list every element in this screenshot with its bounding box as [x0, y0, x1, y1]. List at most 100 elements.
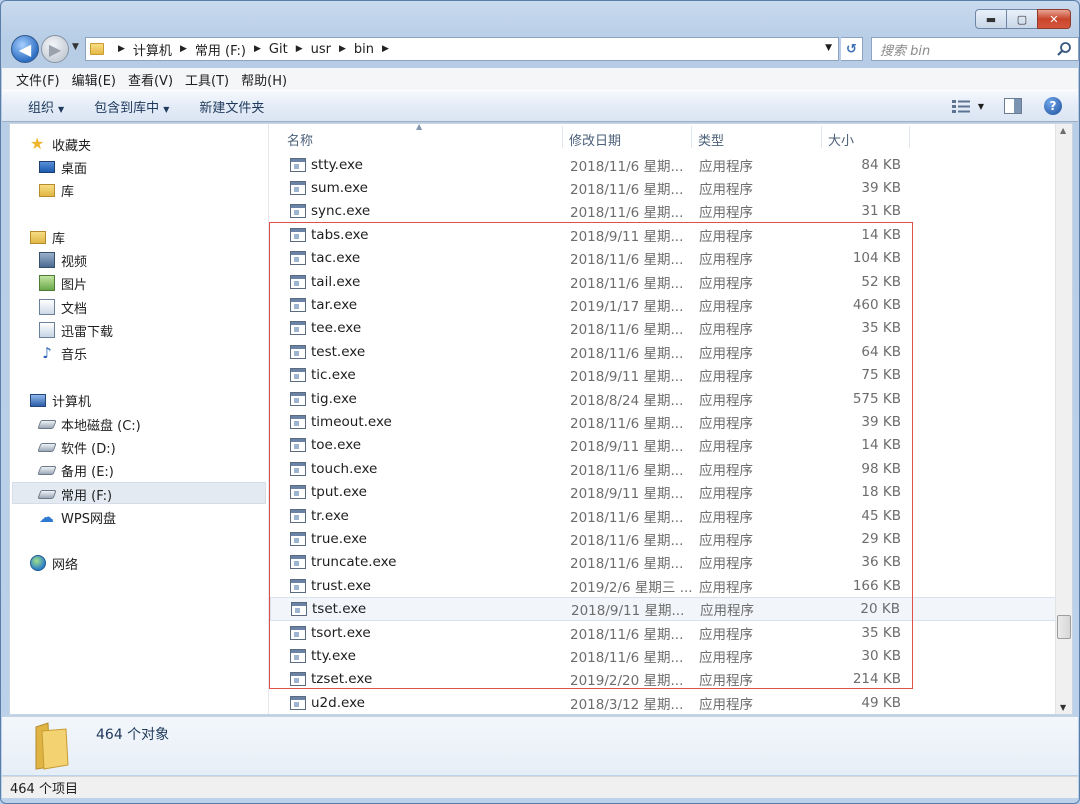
nav-documents[interactable]: 文档 [39, 296, 87, 318]
column-divider[interactable] [821, 126, 822, 148]
file-row[interactable]: tsort.exe 2018/11/6 星期... 应用程序 35 KB [270, 621, 1056, 644]
chevron-right-icon[interactable]: ▶ [254, 44, 261, 54]
close-button[interactable]: ✕ [1037, 9, 1071, 29]
nav-computer-label: 计算机 [52, 394, 92, 410]
file-size: 98 KB [861, 460, 901, 477]
column-header-date[interactable]: 修改日期 [569, 130, 621, 149]
file-row[interactable]: sum.exe 2018/11/6 星期... 应用程序 39 KB [270, 176, 1056, 199]
file-size: 575 KB [852, 390, 901, 407]
menu-view[interactable]: 查看(V) [128, 70, 173, 89]
nav-music[interactable]: ♪ 音乐 [39, 342, 87, 364]
refresh-button[interactable]: ↺ [841, 37, 863, 61]
breadcrumb-usr[interactable]: usr [311, 42, 331, 57]
file-row[interactable]: tee.exe 2018/11/6 星期... 应用程序 35 KB [270, 317, 1056, 340]
file-row-hovered[interactable]: tset.exe 2018/9/11 星期... 应用程序 20 KB [270, 597, 1056, 621]
column-header-type[interactable]: 类型 [698, 130, 724, 149]
executable-icon [290, 204, 306, 219]
nav-desktop[interactable]: 桌面 [39, 156, 87, 178]
breadcrumb-computer[interactable]: 计算机 [133, 40, 172, 59]
nav-documents-label: 文档 [61, 301, 88, 317]
column-divider[interactable] [562, 126, 563, 148]
search-icon[interactable] [1056, 41, 1072, 57]
chevron-right-icon[interactable]: ▶ [180, 44, 187, 54]
column-header-name[interactable]: 名称 [287, 130, 313, 149]
nav-drive-d[interactable]: 软件 (D:) [37, 436, 116, 458]
file-type: 应用程序 [699, 299, 753, 316]
chevron-right-icon[interactable]: ▶ [382, 44, 389, 54]
file-row[interactable]: toe.exe 2018/9/11 星期... 应用程序 14 KB [270, 434, 1056, 457]
file-row[interactable]: sync.exe 2018/11/6 星期... 应用程序 31 KB [270, 200, 1056, 223]
file-row[interactable]: tac.exe 2018/11/6 星期... 应用程序 104 KB [270, 247, 1056, 270]
column-divider[interactable] [909, 126, 910, 148]
file-row[interactable]: tabs.exe 2018/9/11 星期... 应用程序 14 KB [270, 223, 1056, 246]
forward-button[interactable]: ▶ [41, 35, 69, 63]
file-row[interactable]: tic.exe 2018/9/11 星期... 应用程序 75 KB [270, 364, 1056, 387]
nav-video[interactable]: 视频 [39, 249, 87, 271]
chevron-right-icon[interactable]: ▶ [339, 44, 346, 54]
chevron-right-icon[interactable]: ▶ [296, 44, 303, 54]
file-row[interactable]: tig.exe 2018/8/24 星期... 应用程序 575 KB [270, 387, 1056, 410]
nav-computer[interactable]: 计算机 [30, 389, 91, 411]
file-row[interactable]: tar.exe 2019/1/17 星期... 应用程序 460 KB [270, 293, 1056, 316]
scroll-down-icon[interactable]: ▼ [1060, 703, 1066, 712]
menu-edit[interactable]: 编辑(E) [72, 70, 116, 89]
help-icon[interactable]: ? [1044, 97, 1062, 115]
nav-wps[interactable]: ☁ WPS网盘 [39, 506, 116, 528]
nav-library-fav[interactable]: 库 [39, 179, 74, 201]
file-row[interactable]: u2d.exe 2018/3/12 星期... 应用程序 49 KB [270, 691, 1056, 714]
scroll-thumb[interactable] [1057, 615, 1071, 639]
address-bar[interactable]: ▶ 计算机 ▶ 常用 (F:) ▶ Git ▶ usr ▶ bin ▶ ▼ [85, 37, 839, 61]
back-button[interactable]: ◀ [11, 35, 39, 63]
menu-tools[interactable]: 工具(T) [185, 70, 229, 89]
file-row[interactable]: truncate.exe 2018/11/6 星期... 应用程序 36 KB [270, 551, 1056, 574]
chevron-right-icon[interactable]: ▶ [118, 44, 125, 54]
nav-pictures[interactable]: 图片 [39, 272, 87, 294]
column-header-size[interactable]: 大小 [828, 130, 854, 149]
include-library-button[interactable]: 包含到库中 ▼ [94, 97, 169, 116]
file-date: 2018/11/6 星期... [570, 182, 684, 199]
file-row[interactable]: tail.exe 2018/11/6 星期... 应用程序 52 KB [270, 270, 1056, 293]
search-input[interactable]: 搜索 bin [871, 37, 1079, 61]
breadcrumb-drive-f[interactable]: 常用 (F:) [195, 40, 246, 59]
executable-icon [290, 695, 306, 710]
nav-drive-c[interactable]: 本地磁盘 (C:) [37, 413, 141, 435]
menu-help[interactable]: 帮助(H) [241, 70, 287, 89]
column-divider[interactable] [691, 126, 692, 148]
scroll-up-icon[interactable]: ▲ [1060, 126, 1066, 135]
file-row[interactable]: tr.exe 2018/11/6 星期... 应用程序 45 KB [270, 504, 1056, 527]
minimize-button[interactable]: ▬ [975, 9, 1007, 29]
breadcrumb-git[interactable]: Git [269, 42, 288, 57]
vertical-scrollbar[interactable]: ▲ ▼ [1055, 124, 1072, 714]
new-folder-button[interactable]: 新建文件夹 [199, 97, 264, 116]
file-row[interactable]: tzset.exe 2019/2/20 星期... 应用程序 214 KB [270, 668, 1056, 691]
maximize-button[interactable]: ▢ [1007, 9, 1037, 29]
nav-favorites[interactable]: ★ 收藏夹 [30, 133, 91, 155]
nav-drive-f[interactable]: 常用 (F:) [37, 483, 112, 505]
file-name: true.exe [311, 530, 367, 547]
view-options-icon[interactable] [951, 99, 970, 113]
preview-pane-icon[interactable] [1004, 98, 1022, 114]
nav-library[interactable]: 库 [30, 226, 65, 248]
address-dropdown-icon[interactable]: ▼ [825, 43, 832, 53]
organize-button[interactable]: 组织 ▼ [28, 97, 64, 116]
file-size: 49 KB [861, 694, 901, 711]
nav-drive-e[interactable]: 备用 (E:) [37, 459, 114, 481]
nav-network[interactable]: 网络 [30, 552, 78, 574]
view-dropdown-icon[interactable]: ▼ [978, 102, 984, 111]
file-row[interactable]: trust.exe 2019/2/6 星期三 ... 应用程序 166 KB [270, 574, 1056, 597]
file-size: 64 KB [861, 343, 901, 360]
file-row[interactable]: touch.exe 2018/11/6 星期... 应用程序 98 KB [270, 457, 1056, 480]
menu-file[interactable]: 文件(F) [16, 70, 60, 89]
executable-icon [290, 344, 306, 359]
file-row[interactable]: test.exe 2018/11/6 星期... 应用程序 64 KB [270, 340, 1056, 363]
recent-pages-dropdown[interactable]: ▼ [72, 42, 79, 52]
nav-xunlei[interactable]: 迅雷下载 [39, 319, 113, 341]
file-row[interactable]: stty.exe 2018/11/6 星期... 应用程序 84 KB [270, 153, 1056, 176]
file-row[interactable]: tty.exe 2018/11/6 星期... 应用程序 30 KB [270, 644, 1056, 667]
breadcrumb-bin[interactable]: bin [354, 42, 374, 57]
pane-splitter[interactable] [268, 124, 269, 714]
file-row[interactable]: tput.exe 2018/9/11 星期... 应用程序 18 KB [270, 480, 1056, 503]
file-row[interactable]: true.exe 2018/11/6 星期... 应用程序 29 KB [270, 527, 1056, 550]
file-row[interactable]: timeout.exe 2018/11/6 星期... 应用程序 39 KB [270, 410, 1056, 433]
file-name: tee.exe [311, 320, 362, 337]
